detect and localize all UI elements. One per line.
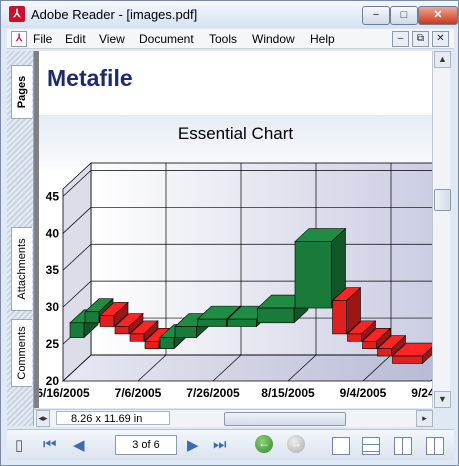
menu-document[interactable]: Document [139,32,194,46]
chart-bar-front [159,337,175,349]
vertical-scrollbar[interactable]: ▲ ▼ [432,51,451,408]
tab-pages[interactable]: Pages [11,65,32,119]
single-page-icon[interactable] [332,437,350,455]
chart-bar-front [294,241,332,309]
go-forward-icon[interactable]: → [287,435,305,453]
scroll-up-icon[interactable]: ▲ [434,51,451,68]
next-page-icon[interactable]: ▶ [187,436,199,454]
chart-bar-front [197,318,227,327]
chart-bar-front [362,340,377,349]
app-window: ⅄ Adobe Reader - [images.pdf] − □ ✕ ⅄ Fi… [0,0,459,466]
go-forward-glyph: → [290,436,302,450]
tab-attachments[interactable]: Attachments [11,227,32,311]
tab-comments[interactable]: Comments [11,319,32,387]
page-number-field[interactable]: 3 of 6 [115,435,177,455]
maximize-button[interactable]: □ [390,6,418,25]
chart-bar-front [69,322,85,338]
chart-bar-front [99,315,115,327]
chart-x-tick-label: 8/15/2005 [261,386,315,400]
chart-x-tick-label: 7/26/2005 [186,386,240,400]
chart-bar-front [227,318,257,327]
pdf-page: Metafile Essential Chart 45 40 35 30 25 20 6/1 [39,51,432,408]
menu-bar: ⅄ File Edit View Document Tools Window H… [7,29,454,49]
chart: 4540353025206/16/2005 7/6/2005 7/26/2005 8/… [39,162,432,400]
chart-y-tick-label: 30 [46,300,60,314]
menu-edit[interactable]: Edit [65,32,86,46]
tab-pages-label: Pages [16,75,28,109]
chart-bar-front [84,311,100,324]
minimize-button[interactable]: − [362,6,390,25]
chart-y-tick-label: 45 [46,189,60,203]
page-size-display: 8.26 x 11.69 in [56,411,170,425]
menu-view[interactable]: View [99,32,125,46]
previous-page-icon[interactable]: ◀ [73,436,85,454]
menu-window[interactable]: Window [252,32,295,46]
continuous-icon[interactable] [362,437,380,455]
horizontal-scroll-thumb[interactable] [224,412,346,426]
chart-y-tick-label: 35 [46,263,60,277]
document-close-button[interactable]: ✕ [432,31,449,47]
last-page-icon[interactable]: ⏭ [213,436,227,453]
chart-side-wall [62,162,92,382]
scroll-right-icon[interactable]: ▸ [416,410,433,427]
chart-bar-front [347,333,362,342]
document-restore-button[interactable]: ⧉ [412,31,429,47]
document-icon[interactable]: ⅄ [11,31,27,47]
facing-icon[interactable] [394,437,412,455]
menu-help[interactable]: Help [310,32,335,46]
vertical-scroll-thumb[interactable] [434,189,451,211]
document-minimize-button[interactable]: – [392,31,409,47]
go-back-glyph: ← [258,436,270,450]
scroll-down-icon[interactable]: ▼ [434,391,451,408]
page-layout-icon[interactable]: ▯ [15,436,23,454]
menu-tools[interactable]: Tools [209,32,237,46]
go-back-icon[interactable]: ← [255,435,273,453]
status-toolbar: ▯ ⏮ ◀ 3 of 6 ▶ ⏭ ← → [7,429,454,460]
adobe-reader-icon[interactable]: ⅄ [9,6,25,22]
tab-comments-label: Comments [16,326,28,380]
chart-bar-front [257,307,295,324]
window-title: Adobe Reader - [images.pdf] [31,7,198,22]
chart-bar-front [377,348,392,357]
close-button[interactable]: ✕ [418,6,458,25]
chart-bar-front [114,326,130,335]
chart-x-tick-label: 9/24/2005 [411,386,432,400]
horizontal-scrollbar[interactable]: ◂▸ 8.26 x 11.69 in ▸ [34,409,433,427]
tab-attachments-label: Attachments [16,238,28,300]
navigation-panel: Pages Attachments Comments [7,51,34,426]
scroll-left-icon[interactable]: ◂▸ [36,410,50,427]
chart-bar-front [392,355,423,364]
chart-x-tick-label: 9/4/2005 [340,386,387,400]
document-area[interactable]: Metafile Essential Chart 45 40 35 30 25 20 6/1 [34,51,432,408]
menu-file[interactable]: File [33,32,52,46]
chart-y-tick-label: 40 [46,226,60,240]
continuous-facing-icon[interactable] [426,437,444,455]
chart-x-tick-label: 7/6/2005 [115,386,162,400]
chart-bar-front [144,340,160,349]
chart-x-tick-label: 6/16/2005 [39,386,90,400]
chart-bar-front [332,300,347,335]
chart-y-tick-label: 25 [46,337,60,351]
chart-bar-front [174,326,197,338]
title-bar[interactable]: ⅄ Adobe Reader - [images.pdf] − □ ✕ [1,1,458,28]
first-page-icon[interactable]: ⏮ [43,436,57,453]
chart-bar-front [129,333,145,342]
